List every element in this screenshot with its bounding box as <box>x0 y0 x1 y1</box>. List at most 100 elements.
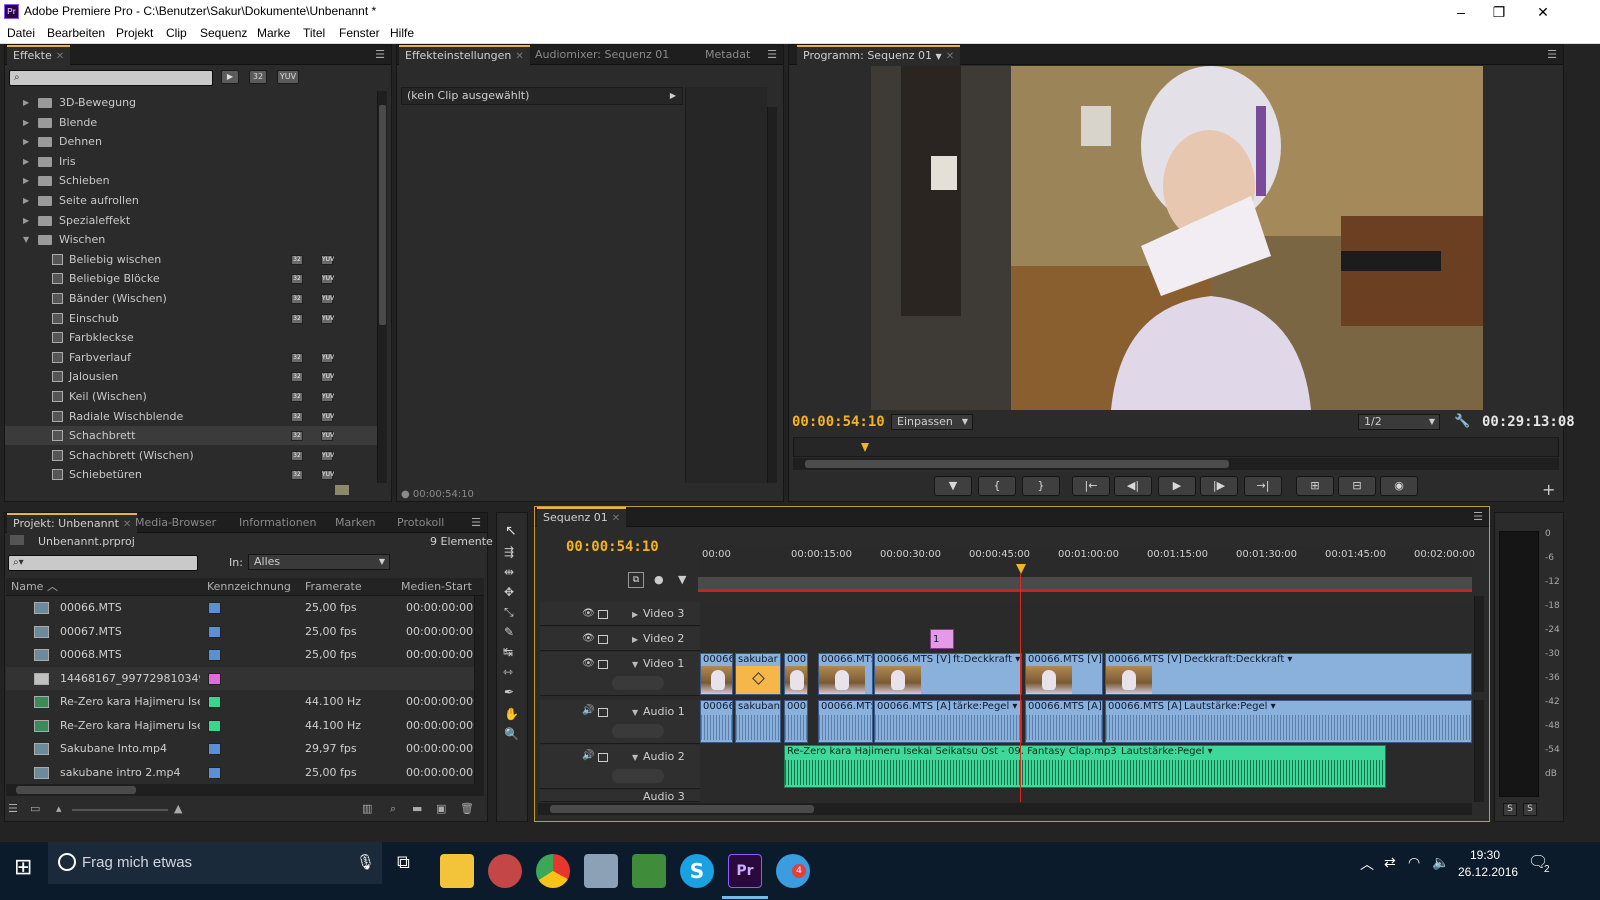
solo-right-button[interactable]: S <box>1523 803 1537 816</box>
label-color-chip[interactable] <box>208 743 221 755</box>
col-name[interactable]: Name ︿ <box>11 579 58 595</box>
list-view-icon[interactable]: ☰ <box>8 802 18 815</box>
mark-out-button[interactable]: } <box>1022 476 1060 496</box>
effect-item[interactable]: Farbverlauf 32 YUV <box>5 348 377 367</box>
premiere-taskbar-icon[interactable]: Pr <box>728 854 762 888</box>
audio-track-icon[interactable] <box>598 753 608 762</box>
a1-clip[interactable]: 00066 <box>700 700 733 743</box>
tab-effekte[interactable]: Effekte ✕ <box>7 45 71 65</box>
zoom-tool-icon[interactable]: 🔍 <box>504 727 519 741</box>
label-color-chip[interactable] <box>208 696 221 708</box>
project-vscroll[interactable] <box>474 596 484 784</box>
menu-marke[interactable]: Marke <box>257 26 290 40</box>
menu-bearbeiten[interactable]: Bearbeiten <box>47 26 105 40</box>
track-video-2[interactable]: 👁 ▶ Video 2 <box>540 627 700 651</box>
effects-scrollbar[interactable] <box>377 91 387 483</box>
mic-icon[interactable]: 🎙 <box>356 853 375 871</box>
track-expand-icon[interactable]: ▶ <box>632 610 638 619</box>
add-marker-button[interactable]: ▼ <box>934 476 972 496</box>
effects-search-input[interactable]: ⌕ <box>9 70 213 86</box>
effect-folder[interactable]: ▶ Dehnen <box>5 132 377 151</box>
panel-menu-icon[interactable]: ☰ <box>1547 48 1557 61</box>
effect-folder[interactable]: ▶ Iris <box>5 152 377 171</box>
eye-icon[interactable]: 👁 <box>582 633 595 644</box>
video-tracks-scrollbar[interactable] <box>1474 596 1484 692</box>
volume-icon[interactable]: 🔈 <box>1432 854 1449 871</box>
rolling-edit-tool-icon[interactable]: ✥ <box>504 585 514 599</box>
paint-app-icon[interactable] <box>488 854 522 888</box>
timeline-playhead-line[interactable] <box>1020 574 1021 802</box>
marker-icon[interactable]: ▼ <box>678 573 686 586</box>
tab-projekt[interactable]: Projekt: Unbenannt ✕ <box>7 513 138 533</box>
clock-date[interactable]: 26.12.2016 <box>1458 865 1518 879</box>
32bit-filter-button[interactable]: 32 <box>249 70 267 84</box>
razor-tool-icon[interactable]: ✎ <box>504 625 514 639</box>
resolution-dropdown[interactable]: 1/2 ▼ <box>1358 414 1440 430</box>
a1-clip[interactable]: 00066.MTS <box>818 700 873 743</box>
chevron-right-icon[interactable]: ▶ <box>23 211 29 230</box>
menu-hilfe[interactable]: Hilfe <box>390 26 414 40</box>
film-icon[interactable] <box>598 660 608 669</box>
project-hscroll[interactable] <box>6 784 484 796</box>
effect-controls-scrollbar[interactable] <box>767 107 777 483</box>
a2-music-clip[interactable]: Re-Zero kara Hajimeru Isekai Seikatsu Os… <box>784 745 1386 788</box>
network-tray-icon[interactable]: ⇄ <box>1384 854 1396 871</box>
col-kennzeichnung[interactable]: Kennzeichnung <box>207 579 291 595</box>
a1-clip[interactable]: 0006 <box>784 700 808 743</box>
menu-datei[interactable]: Datei <box>7 26 35 40</box>
find-icon[interactable]: ⌕ <box>390 802 396 816</box>
eye-icon[interactable]: 👁 <box>582 658 595 669</box>
timeline-timecode[interactable]: 00:00:54:10 <box>566 539 659 555</box>
menu-sequenz[interactable]: Sequenz <box>200 26 247 40</box>
effect-folder[interactable]: ▶ 3D-Bewegung <box>5 93 377 112</box>
v1-clip[interactable]: 00066.MTS [V] <box>1025 653 1103 695</box>
scanner-app-icon[interactable] <box>584 854 618 888</box>
effect-item[interactable]: Schachbrett (Wischen) 32 YUV <box>5 446 377 465</box>
col-framerate[interactable]: Framerate <box>305 579 362 595</box>
play-button[interactable]: ▶ <box>1158 476 1196 496</box>
new-bin-icon[interactable]: ▬ <box>412 802 422 815</box>
camera-icon[interactable]: ◉ <box>1380 476 1418 496</box>
close-button[interactable]: ✕ <box>1520 2 1566 22</box>
audio-track-icon[interactable] <box>598 708 608 717</box>
snap-icon[interactable]: ⧉ <box>628 572 644 588</box>
timeline-hscroll[interactable] <box>538 803 1472 815</box>
program-time-ruler[interactable] <box>793 437 1559 457</box>
tab-protokoll[interactable]: Protokoll <box>391 513 450 533</box>
a1-clip[interactable]: 00066.MTS [A] tärke:Pegel ▾ <box>874 700 1022 743</box>
effect-folder[interactable]: ▼ Wischen <box>5 230 377 249</box>
track-collapse-icon[interactable]: ▼ <box>632 708 638 717</box>
label-color-chip[interactable] <box>208 625 221 638</box>
chevron-right-icon[interactable]: ▶ <box>23 152 29 171</box>
menu-titel[interactable]: Titel <box>303 26 325 40</box>
solo-left-button[interactable]: S <box>1503 803 1517 816</box>
effect-item[interactable]: Bänder (Wischen) 32 YUV <box>5 289 377 308</box>
a1-clip[interactable]: sakuban <box>735 700 781 743</box>
effect-folder[interactable]: ▶ Schieben <box>5 171 377 190</box>
v1-clip[interactable]: 00066 <box>700 653 733 695</box>
skype-icon[interactable]: S <box>680 854 714 888</box>
effect-item[interactable]: Keil (Wischen) 32 YUV <box>5 387 377 406</box>
extract-button[interactable]: ⊟ <box>1338 476 1376 496</box>
tab-sequenz[interactable]: Sequenz 01 ✕ <box>537 507 627 527</box>
wrench-icon[interactable]: 🔧 <box>1454 414 1470 429</box>
effect-item[interactable]: Beliebig wischen 32 YUV <box>5 250 377 269</box>
trash-icon[interactable]: 🗑 <box>460 802 474 815</box>
v1-clip[interactable]: 00066.MTS <box>818 653 873 695</box>
project-row[interactable]: 00068.MTS 25,00 fps 00:00:00:00 <box>6 643 474 666</box>
v1-clip[interactable]: 00066.MTS [V] Deckkraft:Deckkraft ▾ <box>1105 653 1472 695</box>
panel-menu-icon[interactable]: ☰ <box>375 48 385 61</box>
track-audio-1[interactable]: 🔊 ▼ Audio 1 <box>540 700 700 744</box>
pen-tool-icon[interactable]: ✒ <box>504 685 514 699</box>
rate-stretch-tool-icon[interactable]: ⤡ <box>504 605 514 620</box>
selection-tool-icon[interactable]: ↖ <box>505 523 517 539</box>
effect-folder[interactable]: ▶ Seite aufrollen <box>5 191 377 210</box>
cortana-search[interactable]: Frag mich etwas 🎙 <box>48 842 382 884</box>
add-marker-icon[interactable]: ● <box>654 573 664 586</box>
chevron-right-icon[interactable]: ▶ <box>670 88 676 104</box>
track-select-tool-icon[interactable]: ⇶ <box>504 545 514 559</box>
ripple-edit-tool-icon[interactable]: ⇹ <box>504 565 514 579</box>
label-color-chip[interactable] <box>208 602 221 614</box>
tab-audiomixer[interactable]: Audiomixer: Sequenz 01 <box>529 45 675 65</box>
keyframe-nav[interactable] <box>612 676 664 690</box>
